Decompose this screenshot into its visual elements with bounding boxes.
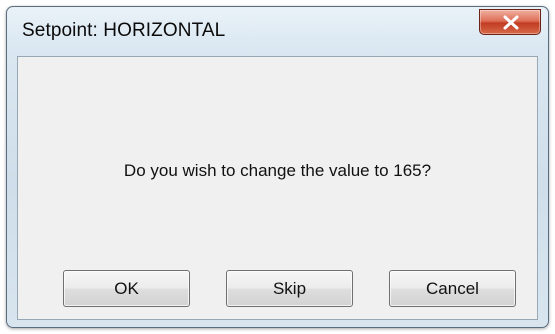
title-bar[interactable]: Setpoint: HORIZONTAL [7,7,548,51]
window-title: Setpoint: HORIZONTAL [22,20,226,41]
confirmation-message: Do you wish to change the value to 165? [123,161,432,180]
close-x-icon [503,15,519,30]
setpoint-dialog-window: Setpoint: HORIZONTAL Do you wish to chan… [6,6,549,328]
close-button[interactable] [479,9,541,35]
ok-button[interactable]: OK [63,270,190,307]
skip-button[interactable]: Skip [226,270,353,307]
cancel-button[interactable]: Cancel [389,270,516,307]
dialog-body: Do you wish to change the value to 165? … [17,56,538,320]
